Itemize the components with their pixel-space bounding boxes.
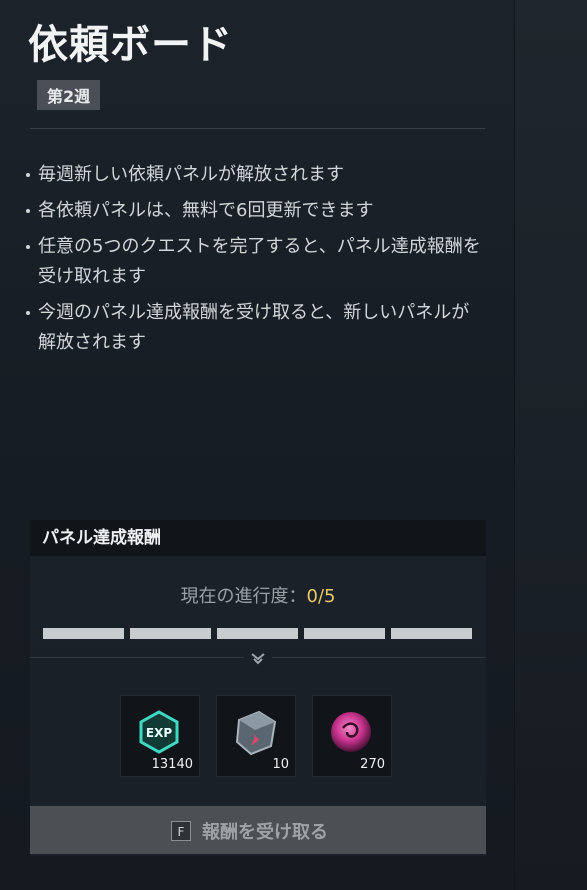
divider (30, 128, 485, 129)
bullet-icon (26, 173, 30, 177)
week-badge: 第2週 (37, 80, 101, 110)
progress-label: 現在の進行度： (180, 586, 307, 607)
claim-reward-button[interactable]: F 報酬を受け取る (30, 806, 486, 854)
progress-readout: 現在の進行度：0/5 (30, 582, 486, 608)
progress-segment (130, 628, 211, 639)
exp-icon: EXP (133, 706, 185, 758)
chevron-down-icon (244, 650, 272, 668)
progress-value: 0/5 (306, 586, 336, 607)
completion-reward-panel: パネル達成報酬 現在の進行度：0/5 EXP 13140 10 270 F 報酬… (30, 520, 486, 856)
rule-item: 各依頼パネルは、無料で6回更新できます (26, 196, 486, 226)
reward-slot-crystal[interactable]: 10 (216, 695, 296, 777)
reward-slot-orb[interactable]: 270 (312, 695, 392, 777)
bullet-icon (26, 245, 30, 249)
rule-text: 任意の5つのクエストを完了すると、パネル達成報酬を受け取れます (38, 236, 481, 287)
progress-segment (217, 628, 298, 639)
crystal-cube-icon (229, 706, 281, 758)
key-hint-f: F (171, 821, 191, 841)
progress-segment (391, 628, 472, 639)
bullet-icon (26, 209, 30, 213)
page-title: 依頼ボード (28, 22, 233, 68)
progress-segment (43, 628, 124, 639)
rule-item: 任意の5つのクエストを完了すると、パネル達成報酬を受け取れます (26, 232, 486, 292)
bullet-icon (26, 311, 30, 315)
reward-quantity: 270 (360, 757, 385, 772)
panel-header: パネル達成報酬 (30, 520, 486, 556)
reward-quantity: 13140 (151, 757, 193, 772)
rule-text: 今週のパネル達成報酬を受け取ると、新しいパネルが解放されます (38, 302, 470, 353)
side-panel-edge (514, 0, 587, 890)
reward-quantity: 10 (272, 757, 289, 772)
rule-item: 毎週新しい依頼パネルが解放されます (26, 160, 486, 190)
svg-text:EXP: EXP (146, 726, 172, 740)
progress-segment (304, 628, 385, 639)
reward-slot-exp[interactable]: EXP 13140 (120, 695, 200, 777)
rule-text: 各依頼パネルは、無料で6回更新できます (38, 200, 374, 221)
claim-button-label: 報酬を受け取る (202, 822, 328, 843)
rule-item: 今週のパネル達成報酬を受け取ると、新しいパネルが解放されます (26, 298, 486, 358)
purple-orb-icon (325, 706, 377, 758)
rule-text: 毎週新しい依頼パネルが解放されます (38, 164, 344, 185)
rules-list: 毎週新しい依頼パネルが解放されます 各依頼パネルは、無料で6回更新できます 任意… (26, 160, 486, 364)
